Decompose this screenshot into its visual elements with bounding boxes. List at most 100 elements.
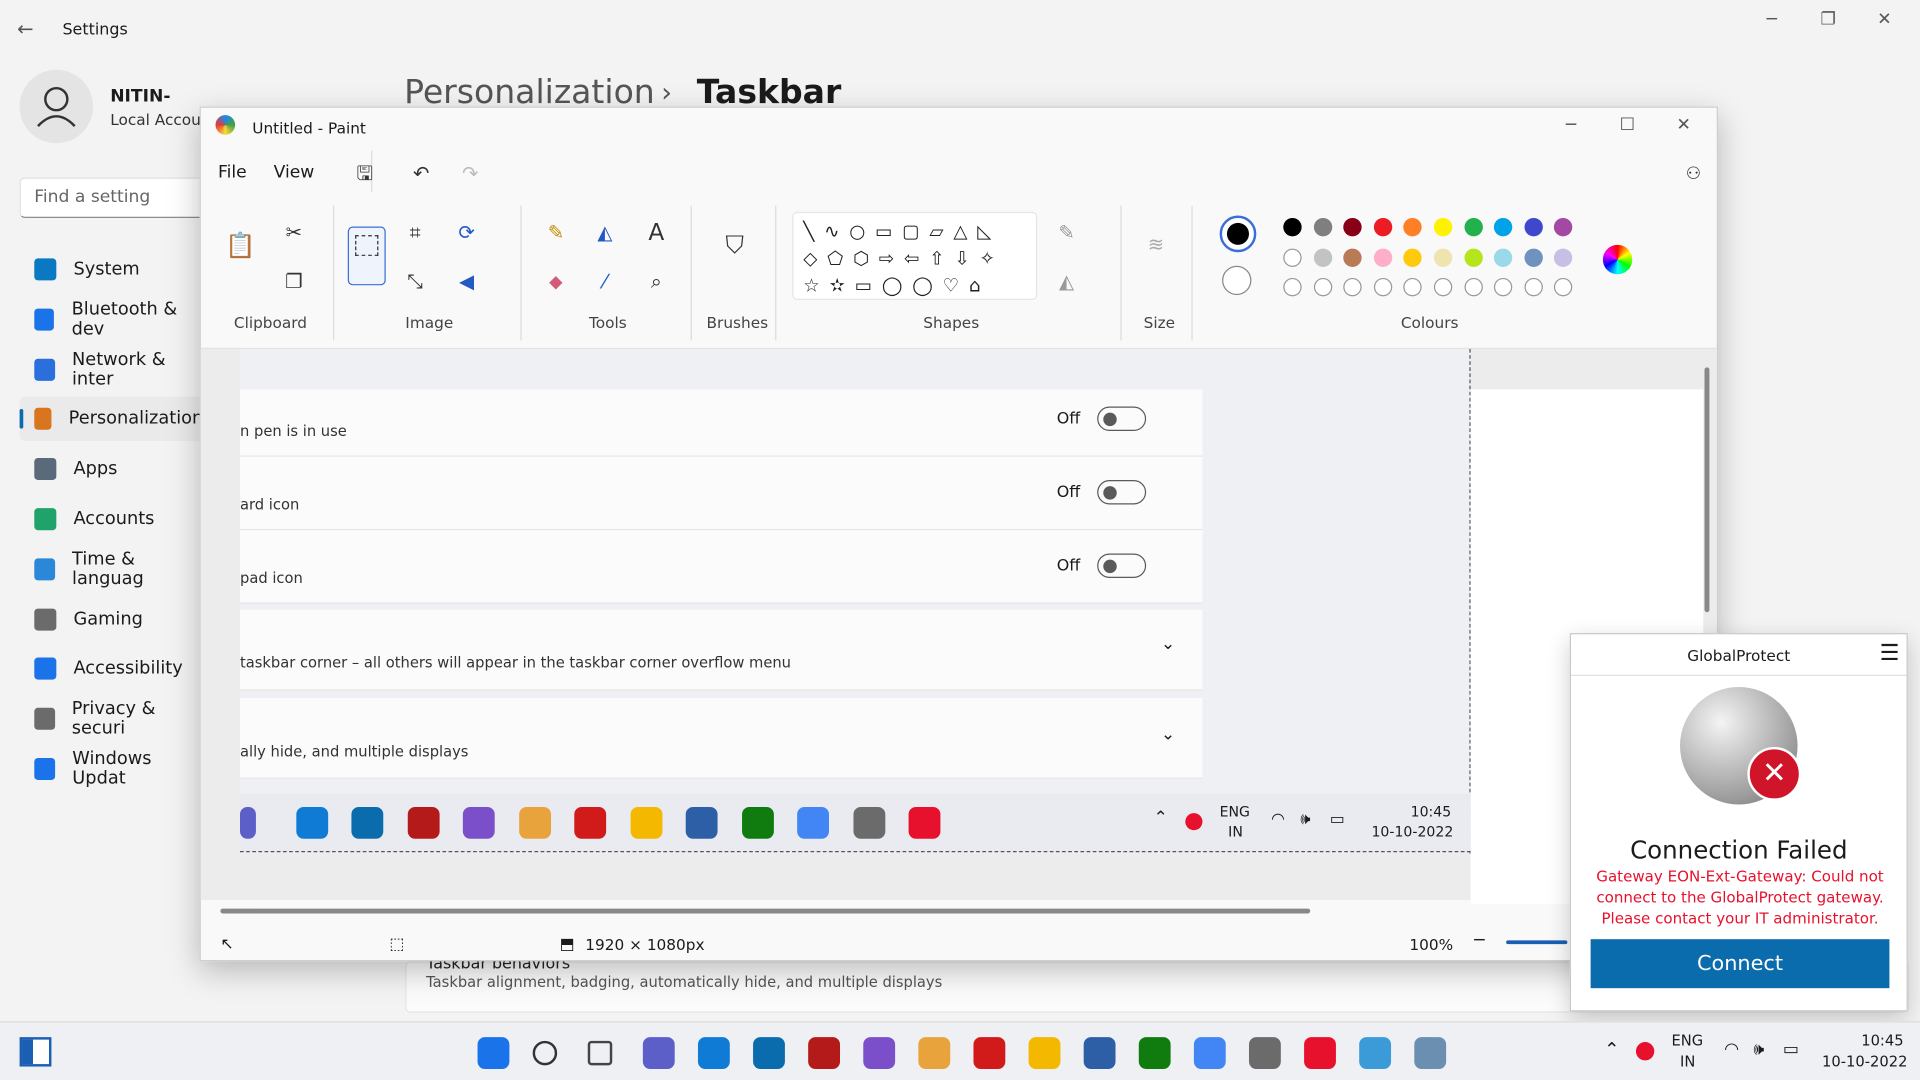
color-swatch[interactable]: [1313, 247, 1332, 267]
color-swatch[interactable]: [1343, 217, 1362, 237]
start-icon[interactable]: [477, 1037, 510, 1069]
outline-icon[interactable]: ✎: [1052, 218, 1081, 247]
edge-icon[interactable]: [697, 1037, 730, 1069]
shapes-gallery[interactable]: ╲∿○▭▢▱△◺ ◇⬠⬡⇨⇦⇧⇩✧ ☆✫▭◯◯♡⌂: [792, 211, 1038, 301]
close-icon[interactable]: ✕: [1656, 115, 1712, 135]
sidebar-item-windows-updat[interactable]: Windows Updat: [20, 747, 204, 791]
sidebar-item-personalization[interactable]: Personalization: [19, 397, 204, 442]
select-tool[interactable]: [347, 226, 386, 286]
color-swatch[interactable]: [1403, 217, 1423, 237]
menu-view[interactable]: View: [274, 163, 315, 183]
color-swatch[interactable]: [1433, 217, 1453, 237]
color-swatch[interactable]: [1343, 277, 1362, 297]
sidebar-item-time-languag[interactable]: Time & languag: [20, 547, 204, 591]
settings-icon[interactable]: [1248, 1037, 1281, 1069]
color-swatch[interactable]: [1524, 217, 1543, 237]
sidebar-item-bluetooth-dev[interactable]: Bluetooth & dev: [20, 297, 204, 341]
mail-icon[interactable]: [753, 1037, 785, 1069]
color-swatch[interactable]: [1554, 247, 1573, 267]
sidebar-item-system[interactable]: System: [20, 247, 204, 291]
sidebar-item-privacy-securi[interactable]: Privacy & securi: [20, 697, 204, 741]
color-swatch[interactable]: [1464, 247, 1483, 267]
primary-color[interactable]: [1219, 215, 1257, 253]
paste-icon[interactable]: 📋: [225, 230, 255, 259]
maximize-icon[interactable]: ☐: [1599, 115, 1655, 135]
clock-date[interactable]: 10-10-2022: [1822, 1053, 1907, 1070]
zoom-out-icon[interactable]: ─: [1474, 931, 1484, 951]
sidebar-item-gaming[interactable]: Gaming: [20, 597, 204, 641]
edit-colors-icon[interactable]: [1602, 244, 1633, 275]
search-input[interactable]: Find a setting: [19, 177, 216, 218]
avatar[interactable]: [19, 69, 94, 144]
color-swatch[interactable]: [1433, 247, 1453, 267]
text-icon[interactable]: A: [642, 218, 671, 247]
color-swatch[interactable]: [1373, 277, 1393, 297]
color-swatch[interactable]: [1373, 217, 1393, 237]
visual-studio-icon[interactable]: [863, 1037, 896, 1069]
color-swatch[interactable]: [1283, 217, 1302, 237]
horizontal-scrollbar[interactable]: [220, 908, 1311, 914]
copy-icon[interactable]: ❐: [279, 267, 308, 296]
chrome-icon[interactable]: [1193, 1037, 1226, 1069]
pencil-icon[interactable]: ✎: [541, 218, 570, 247]
color-swatch[interactable]: [1494, 217, 1513, 237]
fill-icon[interactable]: ◭: [590, 218, 619, 247]
color-swatch[interactable]: [1343, 247, 1362, 267]
teams-icon[interactable]: [642, 1037, 675, 1069]
resize-icon[interactable]: ⤡: [400, 267, 429, 296]
crop-icon[interactable]: ⌗: [400, 218, 429, 247]
sidebar-item-network-inter[interactable]: Network & inter: [20, 347, 204, 391]
size-icon[interactable]: ≋: [1141, 230, 1170, 259]
hamburger-menu-icon[interactable]: ☰: [1880, 640, 1900, 666]
minimize-icon[interactable]: ─: [1744, 10, 1800, 30]
restore-icon[interactable]: ❐: [1800, 10, 1856, 30]
flip-icon[interactable]: ◀: [452, 267, 481, 296]
sidebar-item-accessibility[interactable]: Accessibility: [20, 647, 204, 691]
app-icon[interactable]: [808, 1037, 841, 1069]
cut-icon[interactable]: ✂: [279, 218, 308, 247]
color-swatch[interactable]: [1554, 217, 1573, 237]
shape-fill-icon[interactable]: ◭: [1052, 267, 1081, 296]
gp-tray-icon[interactable]: [1635, 1042, 1655, 1061]
brush-icon[interactable]: ⛉: [720, 230, 749, 259]
color-swatch[interactable]: [1403, 277, 1423, 297]
language-indicator[interactable]: ENG: [1671, 1032, 1703, 1049]
sidebar-item-accounts[interactable]: Accounts: [20, 497, 204, 541]
sidebar-item-apps[interactable]: Apps: [20, 447, 204, 491]
paint-icon[interactable]: [1304, 1037, 1336, 1069]
secondary-color[interactable]: [1222, 265, 1252, 296]
search-icon[interactable]: [532, 1040, 558, 1066]
color-swatch[interactable]: [1554, 277, 1573, 297]
xbox-icon[interactable]: [1138, 1037, 1171, 1069]
network-app-icon[interactable]: [1083, 1037, 1116, 1069]
magnifier-icon[interactable]: ⌕: [642, 267, 671, 296]
opera-icon[interactable]: [973, 1037, 1006, 1069]
color-swatch[interactable]: [1313, 277, 1332, 297]
color-swatch[interactable]: [1494, 277, 1513, 297]
color-swatch[interactable]: [1403, 247, 1423, 267]
battery-icon[interactable]: ▭: [1783, 1040, 1799, 1060]
eraser-icon[interactable]: ⬥: [541, 267, 570, 296]
menu-file[interactable]: File: [218, 163, 247, 183]
color-swatch[interactable]: [1464, 217, 1483, 237]
color-swatch[interactable]: [1373, 247, 1393, 267]
clock-time[interactable]: 10:45: [1861, 1032, 1903, 1049]
color-swatch[interactable]: [1283, 277, 1302, 297]
ie-icon[interactable]: [1359, 1037, 1392, 1069]
globalprotect-icon[interactable]: [1414, 1037, 1447, 1069]
share-icon[interactable]: ⚇: [1679, 159, 1708, 188]
desktop-widget-icon[interactable]: [19, 1037, 52, 1067]
color-swatch[interactable]: [1524, 277, 1543, 297]
color-swatch[interactable]: [1313, 217, 1332, 237]
zoom-slider[interactable]: [1506, 940, 1568, 945]
vertical-scrollbar[interactable]: [1704, 367, 1710, 613]
task-view-icon[interactable]: [587, 1040, 613, 1066]
wifi-icon[interactable]: ◠: [1724, 1040, 1739, 1060]
rotate-icon[interactable]: ⟳: [452, 218, 481, 247]
color-swatch[interactable]: [1524, 247, 1543, 267]
color-swatch[interactable]: [1464, 277, 1483, 297]
connect-button[interactable]: Connect: [1590, 939, 1890, 989]
undo-icon[interactable]: ↶: [407, 159, 436, 188]
minimize-icon[interactable]: ─: [1543, 115, 1599, 135]
chevron-up-icon[interactable]: ⌃: [1604, 1038, 1619, 1060]
